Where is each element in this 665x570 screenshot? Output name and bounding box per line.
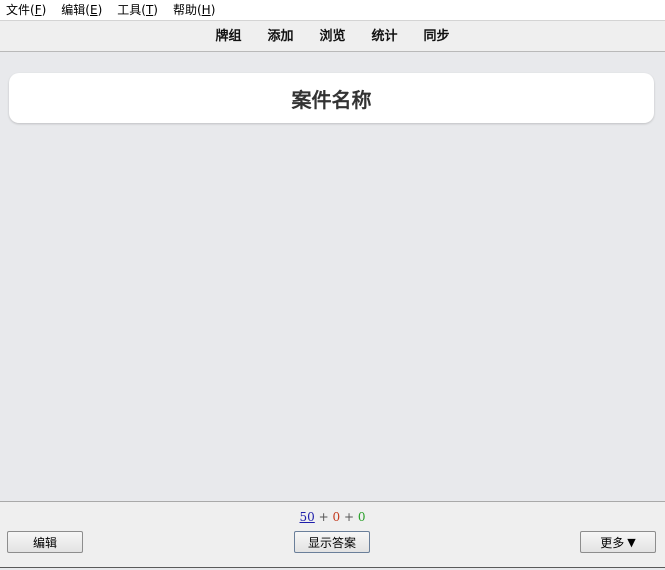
learn-count: 0 bbox=[332, 510, 341, 524]
triangle-down-icon: ▼ bbox=[627, 535, 636, 549]
show-answer-button[interactable]: 显示答案 bbox=[294, 531, 370, 553]
menu-file-suffix: ) bbox=[41, 2, 47, 17]
menu-tools-label: 工具( bbox=[117, 2, 146, 17]
new-count[interactable]: 50 bbox=[300, 510, 315, 524]
edit-button[interactable]: 编辑 bbox=[7, 531, 83, 553]
menu-help-label: 帮助( bbox=[172, 2, 202, 17]
toolbar-sync-link[interactable]: 同步 bbox=[411, 21, 463, 52]
toolbar-decks-link[interactable]: 牌组 bbox=[202, 21, 254, 52]
review-area: 案件名称 bbox=[0, 52, 665, 501]
toolbar-stats-link[interactable]: 统计 bbox=[359, 21, 411, 52]
count-separator: + bbox=[343, 510, 355, 524]
more-button-label: 更多 bbox=[600, 535, 625, 550]
count-separator: + bbox=[318, 510, 329, 524]
menu-edit-key: E bbox=[89, 2, 98, 17]
toolbar-add-link[interactable]: 添加 bbox=[254, 21, 306, 52]
menu-edit-suffix: ) bbox=[97, 2, 103, 17]
due-counts: 50 + 0 + 0 bbox=[0, 510, 665, 524]
more-button[interactable]: 更多 ▼ bbox=[580, 531, 656, 553]
question-card: 案件名称 bbox=[9, 73, 654, 123]
show-answer-label: 显示答案 bbox=[307, 535, 356, 550]
menu-file[interactable]: 文件(F) bbox=[0, 0, 51, 21]
menu-edit-label: 编辑( bbox=[61, 2, 90, 17]
toolbar-browse-link[interactable]: 浏览 bbox=[306, 21, 358, 52]
edit-button-label: 编辑 bbox=[32, 535, 57, 550]
menu-tools-suffix: ) bbox=[153, 2, 158, 17]
menu-file-label: 文件( bbox=[6, 2, 35, 17]
menu-bar: 文件(F) 编辑(E) 工具(T) 帮助(H) bbox=[0, 0, 665, 21]
menu-help-key: H bbox=[201, 2, 211, 17]
menu-help[interactable]: 帮助(H) bbox=[168, 0, 220, 21]
review-count: 0 bbox=[357, 510, 366, 524]
top-toolbar: 牌组 添加 浏览 统计 同步 bbox=[0, 21, 665, 52]
menu-edit[interactable]: 编辑(E) bbox=[56, 0, 107, 21]
card-question-text: 案件名称 bbox=[291, 87, 372, 112]
menu-file-key: F bbox=[34, 2, 42, 17]
bottom-bar: 50 + 0 + 0 编辑 显示答案 更多 ▼ bbox=[0, 501, 665, 567]
menu-help-suffix: ) bbox=[210, 2, 216, 17]
menu-tools[interactable]: 工具(T) bbox=[112, 0, 163, 21]
